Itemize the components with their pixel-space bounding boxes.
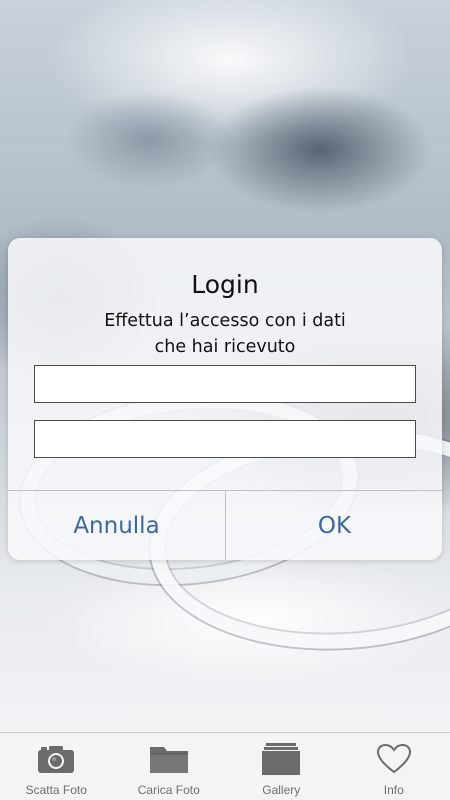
tab-info[interactable]: Info (338, 733, 450, 800)
tab-label: Scatta Foto (25, 783, 87, 797)
app-screen: Login Effettua l’accesso con i dati che … (0, 0, 450, 800)
tab-gallery[interactable]: Gallery (225, 733, 338, 800)
tab-label: Info (383, 783, 404, 797)
login-dialog: Login Effettua l’accesso con i dati che … (8, 238, 442, 560)
password-field[interactable] (34, 420, 416, 458)
dialog-message-line: che hai ricevuto (154, 337, 296, 357)
dialog-button-row: Annulla OK (8, 490, 442, 560)
ok-button[interactable]: OK (225, 491, 442, 560)
camera-icon (33, 742, 79, 776)
tab-carica-foto[interactable]: Carica Foto (113, 733, 226, 800)
heart-icon (371, 742, 417, 776)
tab-scatta-foto[interactable]: Scatta Foto (0, 733, 113, 800)
dialog-message-line: Effettua l’accesso con i dati (104, 311, 346, 331)
dialog-title: Login (191, 270, 259, 299)
folder-icon (146, 742, 192, 776)
tab-label: Gallery (262, 783, 301, 797)
tab-label: Carica Foto (137, 783, 200, 797)
gallery-icon (258, 742, 304, 776)
cancel-button[interactable]: Annulla (8, 491, 225, 560)
tab-bar: Scatta Foto Carica Foto Gallery Info (0, 732, 450, 800)
username-field[interactable] (34, 365, 416, 403)
dialog-message: Effettua l’accesso con i dati che hai ri… (38, 308, 412, 360)
